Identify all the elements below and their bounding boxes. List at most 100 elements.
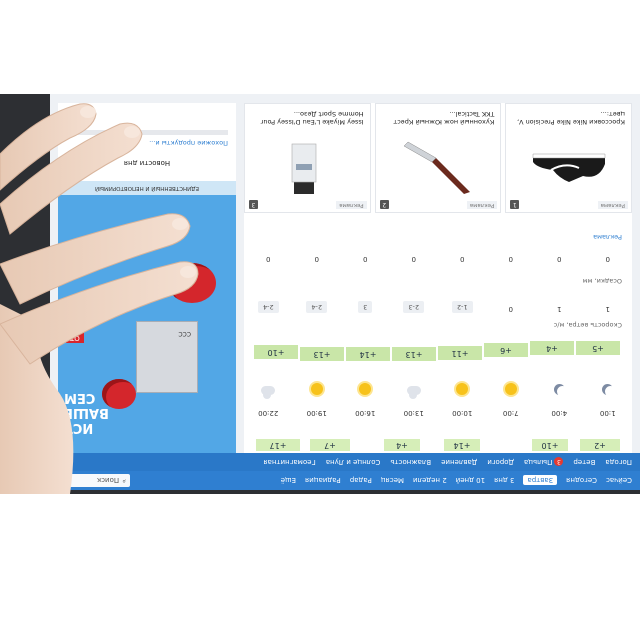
ad-banner[interactable]: ИСТ ВАШЕ СЕМ ССС ОТ 49 ЕДИНСТВЕННЫЙ И НЕ… xyxy=(58,181,236,453)
nav-item-tomorrow[interactable]: Завтра xyxy=(523,475,558,486)
subnav-weather[interactable]: Погода xyxy=(605,458,632,466)
nav-item-more[interactable]: Ещё xyxy=(281,477,296,485)
precip-value: 0 xyxy=(508,255,513,263)
subnav-geomagnetic[interactable]: Геомагнитная xyxy=(263,458,315,466)
sun-icon xyxy=(359,383,372,395)
moon-icon xyxy=(602,384,614,395)
news-title: Новости дня xyxy=(123,159,171,167)
flower-image xyxy=(168,263,216,303)
week-temp: +2 xyxy=(580,439,620,451)
precip-value: 0 xyxy=(605,255,610,263)
product-number: 3 xyxy=(248,200,258,209)
subnav-roads[interactable]: Дороги xyxy=(487,458,514,466)
product-title: Кухонный нож Южный Крест TKK Tactical... xyxy=(393,110,495,126)
banner-price: 49 xyxy=(66,304,92,325)
wind-value: 2-4 xyxy=(257,301,279,313)
wind-value: 1-2 xyxy=(451,301,473,313)
knife-icon xyxy=(403,141,471,194)
search-input[interactable]: ⌕ Поиск xyxy=(56,474,130,487)
subnav-pollen[interactable]: 3Пыльца xyxy=(523,457,564,467)
nav-item-radar[interactable]: Радар xyxy=(350,477,372,485)
nav-item-now[interactable]: Сейчас xyxy=(606,477,632,485)
precip-value: 0 xyxy=(460,255,465,263)
subnav-wind[interactable]: Ветер xyxy=(573,458,595,466)
moon-icon xyxy=(553,384,565,395)
sun-icon xyxy=(310,383,323,395)
week-temp: +7 xyxy=(310,439,350,451)
wind-row: 1 1 0 1-2 2-3 3 2-4 2-4 xyxy=(244,301,632,313)
precip-row: 0 0 0 0 0 0 0 0 xyxy=(244,255,632,263)
product-card[interactable]: Реклама 2 Кухонный нож Южный Крест TKK T… xyxy=(374,103,502,213)
hour-temp: +5 xyxy=(576,341,620,355)
deodorant-icon xyxy=(291,143,316,194)
time-label: 13:00 xyxy=(403,409,424,417)
time-label: 22:00 xyxy=(258,409,279,417)
wind-value: 2-3 xyxy=(403,301,425,313)
hour-temp: +10 xyxy=(254,345,298,359)
search-icon: ⌕ xyxy=(122,477,126,485)
precip-value: 0 xyxy=(411,255,416,263)
subnav-pollen-label: Пыльца xyxy=(523,458,553,467)
time-label: 7:00 xyxy=(502,409,519,417)
product-title: Issey Miyake L'Eau D'Issey Pour Homme Sp… xyxy=(260,110,364,126)
hourly-temp-bar: +5 +4 +6 +11 +13 +14 +13 +10 xyxy=(254,341,620,361)
hour-temp: +6 xyxy=(484,343,528,357)
product-carousel: Реклама 1 Кроссовки Nike Nike Precision … xyxy=(243,103,632,213)
box-label: ССС xyxy=(178,330,191,337)
nav-item-radiation[interactable]: Радиация xyxy=(305,477,341,485)
laptop-screen: Сейчас Сегодня Завтра 3 дня 10 дней 2 не… xyxy=(50,94,640,490)
precip-label: Осадки, мм xyxy=(582,277,622,285)
ad-label: Реклама xyxy=(593,233,622,241)
nav-item-10days[interactable]: 10 дней xyxy=(456,477,485,485)
price-pill: ОТ xyxy=(66,333,84,343)
time-label: 4:00 xyxy=(551,409,568,417)
product-box: ССС xyxy=(136,321,198,393)
wind-value: 2-4 xyxy=(306,301,328,313)
weekly-temp-bar: +2 +10 +14 +4 +7 +17 xyxy=(254,435,620,451)
precip-value: 0 xyxy=(314,255,319,263)
wind-value: 1 xyxy=(557,305,562,313)
forecast-nav: Сейчас Сегодня Завтра 3 дня 10 дней 2 не… xyxy=(50,471,640,490)
subnav-pressure[interactable]: Давление xyxy=(441,458,477,466)
week-temp: +4 xyxy=(384,439,420,451)
product-title: Кроссовки Nike Nike Precision V, цвет:..… xyxy=(516,110,625,126)
product-number: 1 xyxy=(510,200,520,209)
ad-tag: Реклама xyxy=(466,201,498,209)
product-card[interactable]: Реклама 1 Кроссовки Nike Nike Precision … xyxy=(505,103,632,213)
flower-image xyxy=(102,379,136,409)
hour-temp: +14 xyxy=(346,347,390,361)
nav-item-today[interactable]: Сегодня xyxy=(566,477,597,485)
search-placeholder: Поиск xyxy=(96,476,120,485)
banner-line: ИСТ xyxy=(64,420,94,435)
week-temp: +10 xyxy=(532,439,568,451)
nav-item-month[interactable]: Месяц xyxy=(381,477,404,485)
pollen-badge: 3 xyxy=(554,457,564,467)
hour-temp: +11 xyxy=(438,346,482,360)
icon-row xyxy=(244,381,632,395)
wind-value: 3 xyxy=(358,301,373,313)
photo-frame: Сейчас Сегодня Завтра 3 дня 10 дней 2 не… xyxy=(0,94,640,494)
forecast-panel: +2 +10 +14 +4 +7 +17 1:00 4:00 7:00 10:0… xyxy=(243,103,632,453)
hour-temp: +4 xyxy=(530,341,574,355)
subnav-humidity[interactable]: Влажность xyxy=(390,458,431,466)
time-row: 1:00 4:00 7:00 10:00 13:00 16:00 19:00 2… xyxy=(244,409,632,417)
subnav-sun-moon[interactable]: Солнце и Луна xyxy=(326,458,381,466)
banner-footer: ЕДИНСТВЕННЫЙ И НЕПОВТОРИМЫЙ xyxy=(58,181,236,195)
nav-item-3days[interactable]: 3 дня xyxy=(494,477,514,485)
hour-temp: +13 xyxy=(300,347,344,361)
time-label: 19:00 xyxy=(306,409,327,417)
wind-value: 0 xyxy=(508,305,513,313)
cloud-icon xyxy=(406,386,421,395)
product-card[interactable]: Реклама 3 Issey Miyake L'Eau D'Issey Pou… xyxy=(243,103,371,213)
wind-value: 1 xyxy=(605,305,610,313)
wind-label: Скорость ветра, м/с xyxy=(553,321,622,329)
week-temp: +14 xyxy=(444,439,480,451)
news-link[interactable]: Похожие продукты и... xyxy=(149,139,228,147)
time-label: 10:00 xyxy=(452,409,473,417)
moon-cloud-icon xyxy=(261,386,276,395)
sneaker-icon xyxy=(532,153,606,182)
nav-item-2weeks[interactable]: 2 недели xyxy=(413,477,447,485)
precip-value: 0 xyxy=(557,255,562,263)
time-label: 1:00 xyxy=(599,409,616,417)
precip-value: 0 xyxy=(266,255,271,263)
